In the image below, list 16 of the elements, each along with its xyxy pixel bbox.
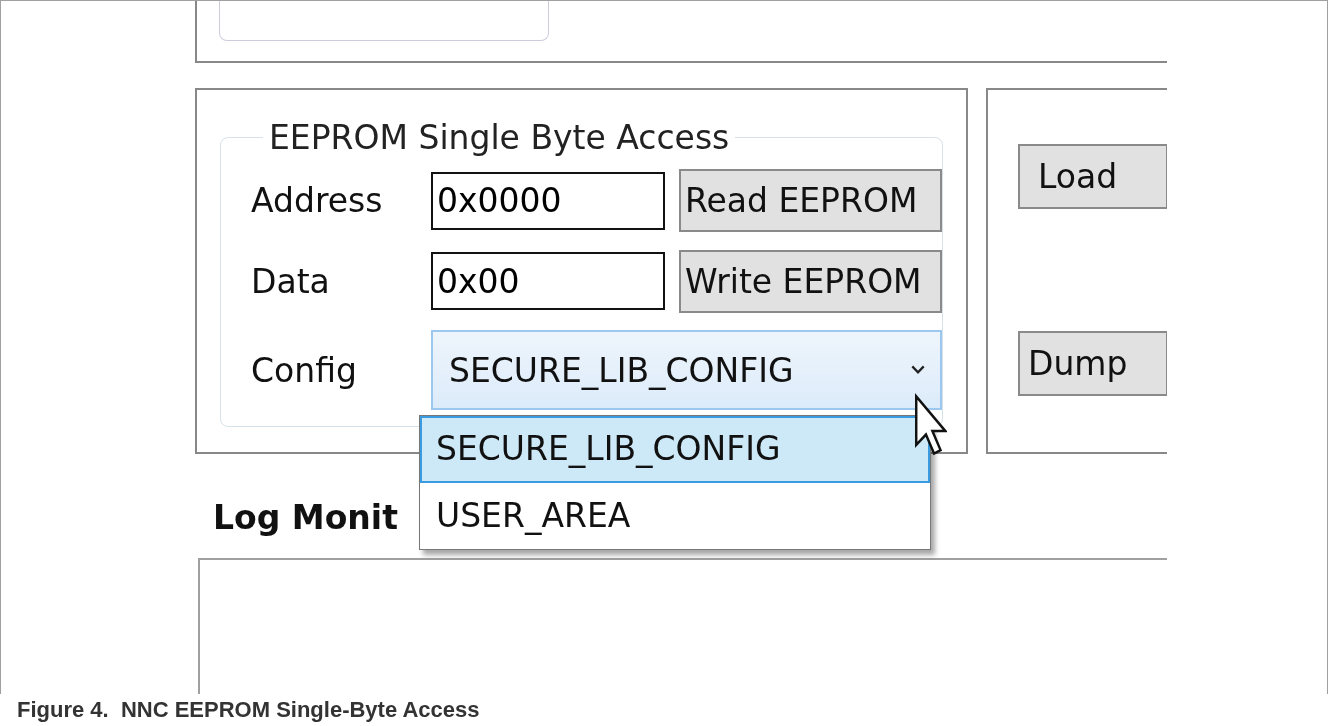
action-button[interactable]: Dump [1018,331,1167,396]
group-title: EEPROM Single Byte Access [268,118,731,157]
chevron-icon [910,364,926,376]
action-button[interactable]: Write EEPROM [679,249,942,313]
field-label: Config [251,350,358,390]
section-title: Log Monit [213,498,398,538]
field-label: Address [251,181,384,220]
action-button[interactable]: Load [1018,144,1167,209]
action-button[interactable]: Read EEPROM [679,169,942,232]
text-field[interactable]: 0x0000 [431,171,665,230]
text-field[interactable]: 0x00 [431,252,665,310]
field-label: Data [251,261,331,301]
dropdown-option[interactable]: SECURE_LIB_CONFIG [420,416,930,483]
dropdown-option[interactable]: USER_AREA [420,483,930,549]
config-dropdown[interactable]: SECURE_LIB_CONFIG [431,330,942,410]
figure-caption: Figure 4. NNC EEPROM Single-Byte Access [16,696,481,723]
